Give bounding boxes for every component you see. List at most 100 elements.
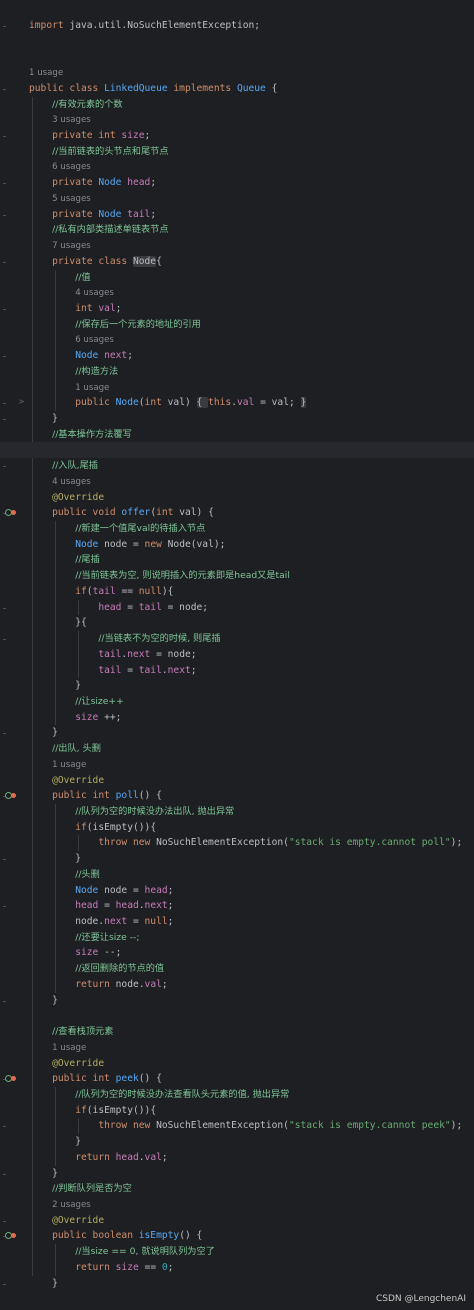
- code-line: //当前链表的头节点和尾节点: [0, 144, 474, 160]
- code-line: //私有内部类描述单链表节点: [0, 222, 474, 238]
- token-kw: public class: [29, 82, 105, 94]
- token-text: node.: [29, 916, 105, 928]
- code-line: @Override: [0, 773, 474, 789]
- usage-hint[interactable]: 6 usages: [0, 332, 474, 348]
- code-editor[interactable]: import java.util.NoSuchElementException;…: [0, 0, 474, 1310]
- usage-hint[interactable]: 4 usages: [0, 474, 474, 490]
- token-text: Node(val);: [167, 538, 226, 550]
- token-kw: implements: [173, 82, 237, 94]
- token-text: ;: [190, 664, 197, 676]
- token-fld: next: [104, 350, 128, 362]
- token-cmt: //当前链表的头节点和尾节点: [52, 145, 169, 157]
- token-cmt: //队列为空的时候没办法查看队头元素的值, 抛出异常: [75, 1088, 290, 1100]
- usage-hint[interactable]: 4 usages: [0, 285, 474, 301]
- token-text: =: [98, 900, 116, 912]
- token-fld: tail: [92, 585, 116, 597]
- code-line: node.next = null;: [0, 914, 474, 930]
- token-text: =: [127, 916, 145, 928]
- token-text: ;: [167, 916, 174, 928]
- code-line: private Node head;: [0, 175, 474, 191]
- code-line: Node node = new Node(val);: [0, 537, 474, 553]
- token-hlbox: {: [196, 397, 209, 409]
- usage-hint[interactable]: 2 usages: [0, 1197, 474, 1213]
- code-line: //出队, 头删: [0, 741, 474, 757]
- usage-hint[interactable]: 1 usage: [0, 65, 474, 81]
- token-kw: this: [208, 397, 232, 409]
- code-line: //让size++: [0, 694, 474, 710]
- token-cmt: //当size == 0, 就说明队列为空了: [75, 1246, 215, 1258]
- token-kw: public boolean: [52, 1230, 139, 1242]
- token-fld: next: [167, 664, 191, 676]
- code-line: @Override: [0, 490, 474, 506]
- token-fld: val: [237, 397, 255, 409]
- usage-hint[interactable]: 1 usage: [0, 757, 474, 773]
- code-line: }: [0, 411, 474, 427]
- token-kw: private class: [52, 255, 133, 267]
- code-line: public boolean isEmpty() {: [0, 1228, 474, 1244]
- token-fld: head: [75, 900, 99, 912]
- token-kw: public void: [52, 507, 122, 519]
- token-text: val): [167, 397, 197, 409]
- token-fn: isEmpty: [138, 1230, 180, 1242]
- token-cls2: Node: [75, 350, 105, 362]
- token-fld: next: [104, 916, 128, 928]
- code-line: }: [0, 678, 474, 694]
- usage-hint[interactable]: 5 usages: [0, 191, 474, 207]
- code-line: private class Node{: [0, 254, 474, 270]
- usage-hint[interactable]: 1 usage: [0, 380, 474, 396]
- token-kw: return: [75, 978, 116, 990]
- token-fn: offer: [121, 507, 151, 519]
- token-text: {: [156, 255, 162, 267]
- code-line: //当前链表为空, 则说明插入的元素即是head又是tail: [0, 568, 474, 584]
- usage-hint[interactable]: 3 usages: [0, 112, 474, 128]
- token-text: NoSuchElementException(: [156, 837, 289, 849]
- token-cmt: //查看栈顶元素: [52, 1026, 114, 1038]
- usage-hint[interactable]: 6 usages: [0, 159, 474, 175]
- token-kw: if: [75, 585, 87, 597]
- code-line: public Node(int val) { this.val = val; }: [0, 395, 474, 411]
- token-text: () {: [179, 1230, 203, 1242]
- token-text: ){: [161, 585, 174, 597]
- usage-hint[interactable]: 1 usage: [0, 1040, 474, 1056]
- code-line: //值: [0, 270, 474, 286]
- token-cmt: //当链表不为空的时候, 则尾插: [98, 633, 221, 645]
- token-text: }: [29, 1277, 58, 1289]
- token-text: =: [121, 601, 139, 613]
- code-line: }: [0, 1276, 474, 1292]
- usage-count: 3 usages: [52, 115, 91, 126]
- token-cmt: //构造方法: [75, 365, 119, 377]
- token-text: --;: [98, 947, 122, 959]
- token-hlbox: }: [300, 397, 307, 409]
- token-hlbox: Node: [132, 255, 157, 267]
- code-line: @Override: [0, 1056, 474, 1072]
- code-line: if(isEmpty()){: [0, 820, 474, 836]
- token-text: ;: [161, 978, 168, 990]
- usage-hint[interactable]: 7 usages: [0, 238, 474, 254]
- usage-count: 4 usages: [52, 476, 91, 487]
- token-text: }: [29, 853, 81, 865]
- token-cls2: Node: [75, 538, 105, 550]
- token-kw: public: [75, 397, 116, 409]
- usage-count: 4 usages: [75, 288, 114, 299]
- token-text: ;: [115, 302, 122, 314]
